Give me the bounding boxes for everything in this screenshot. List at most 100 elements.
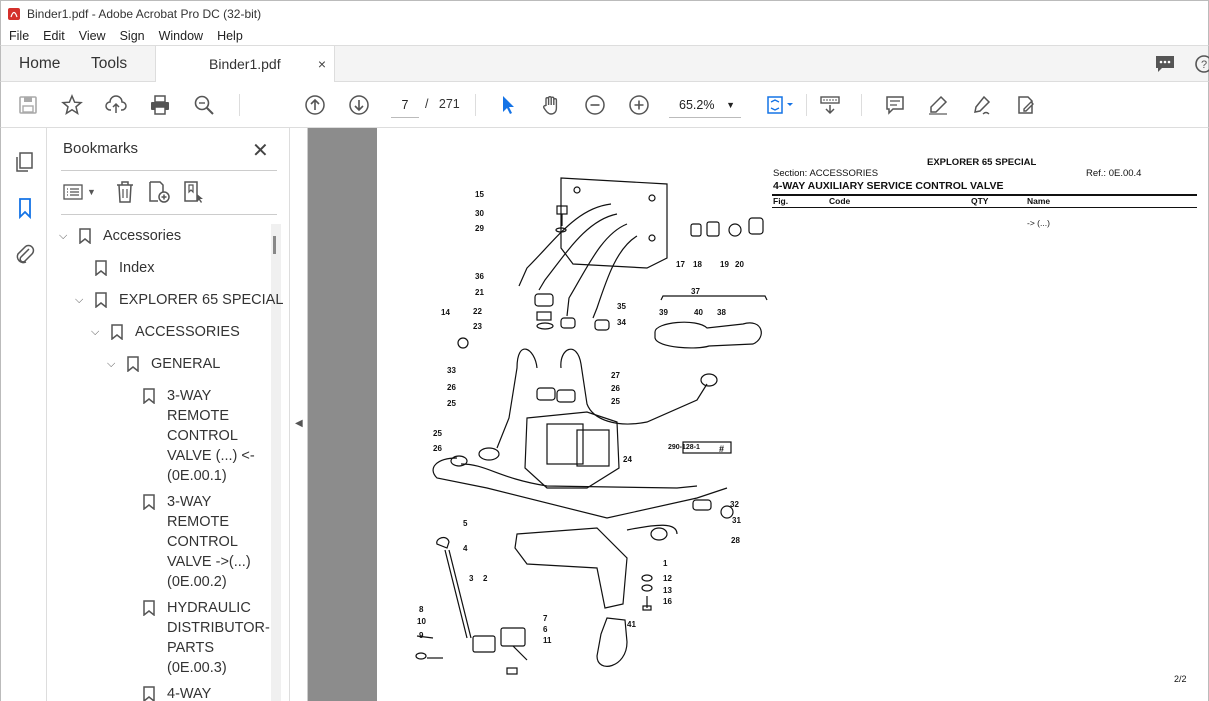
- columns-rule: [772, 207, 1197, 208]
- fit-page-icon[interactable]: [761, 92, 799, 118]
- chevron-down-icon[interactable]: ⌵: [107, 354, 115, 374]
- scroll-mode-icon[interactable]: [817, 92, 843, 118]
- bookmark-item[interactable]: ⌵ Accessories: [59, 226, 259, 248]
- next-page-icon[interactable]: [346, 92, 372, 118]
- bookmarks-panel: Bookmarks ✕ ▼ ⌵ Accessories Index ⌵ EXPL…: [47, 128, 290, 701]
- callout-label: 20: [735, 260, 744, 269]
- edit-pdf-icon[interactable]: [1013, 92, 1039, 118]
- bookmark-label: EXPLORER 65 SPECIAL: [119, 292, 284, 308]
- menu-sign[interactable]: Sign: [120, 29, 145, 43]
- callout-label: 34: [617, 318, 626, 327]
- callout-label: 14: [441, 308, 450, 317]
- attachments-paperclip-icon[interactable]: [13, 242, 37, 266]
- menu-help[interactable]: Help: [217, 29, 243, 43]
- main-toolbar: 7 / 271 65.2% ▼: [0, 82, 1209, 128]
- bookmark-icon: [95, 292, 107, 308]
- bookmark-item[interactable]: ⌵ ACCESSORIES: [59, 322, 259, 344]
- bookmark-item[interactable]: HYDRAULIC DISTRIBUTOR- PARTS (0E.00.3): [59, 598, 270, 680]
- tab-home[interactable]: Home: [19, 46, 60, 82]
- print-icon[interactable]: [147, 92, 173, 118]
- callout-label: 10: [417, 617, 426, 626]
- tab-tools[interactable]: Tools: [91, 46, 127, 82]
- bookmark-label: Index: [119, 260, 155, 276]
- callout-label: 2: [483, 574, 488, 583]
- callout-label: 12: [663, 574, 672, 583]
- draw-sign-icon[interactable]: [969, 92, 995, 118]
- callout-label: 24: [623, 455, 632, 464]
- select-cursor-icon[interactable]: [495, 92, 521, 118]
- menu-file[interactable]: File: [9, 29, 29, 43]
- pdf-page[interactable]: EXPLORER 65 SPECIAL Section: ACCESSORIES…: [377, 128, 1209, 701]
- close-icon[interactable]: ✕: [252, 138, 269, 163]
- menu-edit[interactable]: Edit: [43, 29, 65, 43]
- bookmark-label: 3-WAY REMOTE CONTROL VALVE ->(...) (0E.00.2): [167, 494, 251, 590]
- collapse-arrow-icon[interactable]: ◀: [295, 418, 303, 429]
- bookmark-item[interactable]: Index: [59, 258, 259, 280]
- zoom-search-icon[interactable]: [191, 92, 217, 118]
- page-heading: 4-WAY AUXILIARY SERVICE CONTROL VALVE: [773, 180, 1004, 192]
- bookmark-item[interactable]: 4-WAY: [59, 684, 269, 701]
- zoom-level-value: 65.2%: [679, 97, 715, 112]
- bookmark-item[interactable]: ⌵ GENERAL: [59, 354, 259, 376]
- menu-window[interactable]: Window: [159, 29, 203, 43]
- panel-divider: [61, 170, 277, 171]
- page-ref: Ref.: 0E.00.4: [1086, 168, 1142, 179]
- menu-bar: File Edit View Sign Window Help: [0, 26, 1209, 45]
- save-icon[interactable]: [15, 92, 41, 118]
- bookmark-from-selection-icon[interactable]: [182, 180, 206, 204]
- callout-label: 30: [475, 209, 484, 218]
- new-bookmark-icon[interactable]: [147, 180, 171, 204]
- svg-text:?: ?: [1201, 59, 1207, 71]
- callout-label: 38: [717, 308, 726, 317]
- highlight-pen-icon[interactable]: [925, 92, 951, 118]
- zoom-out-icon[interactable]: [582, 92, 608, 118]
- tab-bar: Home Tools Binder1.pdf × ?: [0, 45, 1209, 82]
- panel-collapse-strip[interactable]: ◀: [290, 128, 308, 701]
- help-icon[interactable]: ?: [1194, 54, 1209, 74]
- callout-label: 32: [730, 500, 739, 509]
- chevron-down-icon: ▼: [726, 99, 735, 110]
- bookmark-label: Accessories: [103, 228, 182, 244]
- menu-view[interactable]: View: [79, 29, 106, 43]
- callout-label: 3: [469, 574, 474, 583]
- zoom-in-icon[interactable]: [626, 92, 652, 118]
- hand-tool-icon[interactable]: [538, 92, 564, 118]
- callout-label: 36: [475, 272, 484, 281]
- bookmark-options-button[interactable]: ▼: [63, 180, 96, 204]
- callout-label: 4: [463, 544, 468, 553]
- callout-label: 41: [627, 620, 636, 629]
- bookmark-item[interactable]: 3-WAY REMOTE CONTROL VALVE ->(...) (0E.00.2): [59, 492, 269, 594]
- bookmark-panel-icon[interactable]: [13, 196, 37, 220]
- callout-label: 9: [419, 631, 424, 640]
- callout-label: 17: [676, 260, 685, 269]
- tab-document[interactable]: Binder1.pdf ×: [155, 46, 335, 82]
- tab-close-icon[interactable]: ×: [318, 56, 326, 72]
- previous-page-icon[interactable]: [302, 92, 328, 118]
- callout-label: 26: [447, 383, 456, 392]
- bookmark-item[interactable]: 3-WAY REMOTE CONTROL VALVE (...) <- (0E.00.1…: [59, 386, 269, 488]
- page-separator: /: [425, 97, 429, 111]
- chevron-down-icon[interactable]: ⌵: [75, 290, 83, 310]
- bookmark-icon: [127, 356, 139, 372]
- page-section: Section: ACCESSORIES: [773, 168, 879, 179]
- callout-label: 7: [543, 614, 548, 623]
- chevron-down-icon[interactable]: ⌵: [59, 226, 67, 246]
- scrollbar-thumb[interactable]: [273, 236, 276, 254]
- star-icon[interactable]: [59, 92, 85, 118]
- chevron-down-icon[interactable]: ⌵: [91, 322, 99, 342]
- zoom-level-select[interactable]: 65.2% ▼: [669, 92, 741, 118]
- callout-label: 37: [691, 287, 700, 296]
- toolbar-divider: [475, 94, 476, 116]
- page-number-input[interactable]: 7: [391, 92, 419, 118]
- comment-bubble-icon[interactable]: [1154, 54, 1176, 74]
- toolbar-divider: [861, 94, 862, 116]
- comment-icon[interactable]: [882, 92, 908, 118]
- callout-label: 39: [659, 308, 668, 317]
- bookmark-label: ACCESSORIES: [135, 324, 240, 340]
- upload-cloud-icon[interactable]: [103, 92, 129, 118]
- delete-trash-icon[interactable]: [114, 180, 136, 204]
- page-number: 2/2: [1174, 674, 1187, 684]
- bookmark-item[interactable]: ⌵ EXPLORER 65 SPECIAL: [59, 290, 283, 312]
- table-row-name: -> (...): [1027, 218, 1050, 228]
- page-thumbnails-icon[interactable]: [13, 150, 37, 174]
